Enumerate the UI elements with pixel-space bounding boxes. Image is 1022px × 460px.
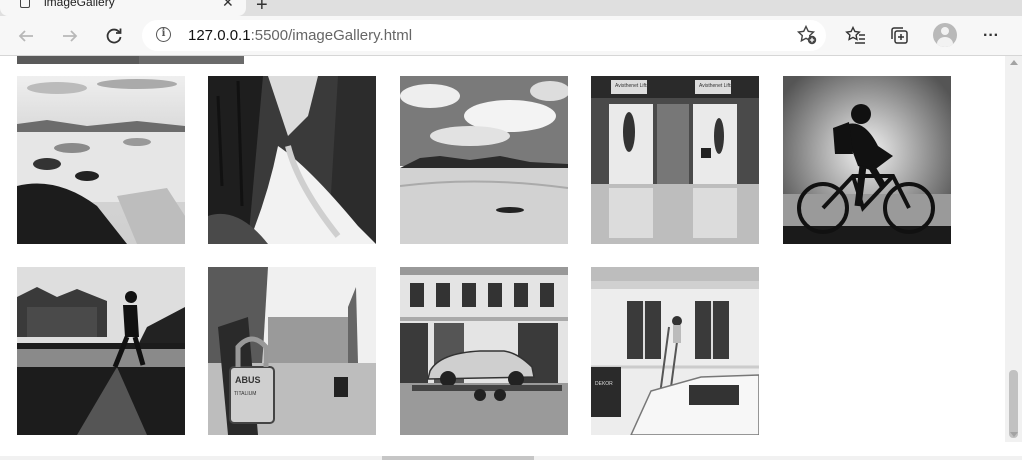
favorites-icon xyxy=(845,25,865,44)
favorites-button[interactable] xyxy=(842,22,870,50)
scroll-thumb[interactable] xyxy=(1009,370,1018,438)
browser-toolbar: i 127.0.0.1:5500/imageGallery.html ··· xyxy=(0,16,1022,56)
gallery-image-cyclist[interactable] xyxy=(783,76,951,244)
tab-strip: imageGallery ✕ + xyxy=(0,0,1022,16)
add-favorite-button[interactable] xyxy=(796,24,818,51)
profile-avatar[interactable] xyxy=(933,23,957,47)
gallery-image-coastal-ice[interactable] xyxy=(17,76,185,244)
star-add-icon xyxy=(796,24,817,45)
collections-button[interactable] xyxy=(886,22,914,50)
lock-model: TITALIUM xyxy=(234,391,256,397)
vertical-scrollbar[interactable] xyxy=(1005,56,1022,442)
horizontal-scroll-thumb[interactable] xyxy=(382,456,534,460)
refresh-button[interactable] xyxy=(100,22,128,50)
url-text[interactable]: 127.0.0.1:5500/imageGallery.html xyxy=(188,27,412,44)
url-path: :5500/imageGallery.html xyxy=(250,27,413,44)
refresh-icon xyxy=(106,28,122,44)
gallery-image-partial[interactable] xyxy=(139,56,244,64)
forward-arrow-icon xyxy=(63,30,78,42)
address-bar[interactable]: i 127.0.0.1:5500/imageGallery.html xyxy=(142,20,826,51)
gallery-image-painter[interactable]: DEKOR xyxy=(591,267,759,435)
gallery-image-vintage-car[interactable] xyxy=(400,267,568,435)
gallery-image-padlock[interactable]: ABUS TITALIUM xyxy=(208,267,376,435)
page-viewport: Avisthenet Lifts Avisthenet Lifts ABUS T… xyxy=(0,56,1005,456)
page-icon xyxy=(20,0,30,8)
settings-menu-button[interactable]: ··· xyxy=(977,22,1005,50)
gallery-image-waterfall[interactable] xyxy=(208,76,376,244)
tab-imagegallery[interactable]: imageGallery ✕ xyxy=(0,0,246,16)
back-button[interactable] xyxy=(12,22,40,50)
info-icon[interactable]: i xyxy=(156,27,171,42)
scroll-up-arrow-icon[interactable] xyxy=(1010,60,1018,65)
collections-icon xyxy=(891,27,908,44)
back-arrow-icon xyxy=(18,30,33,42)
gallery-image-walker[interactable] xyxy=(17,267,185,435)
elevator-sign-right: Avisthenet Lifts xyxy=(699,83,733,89)
elevator-sign-left: Avisthenet Lifts xyxy=(615,83,649,89)
gallery-image-elevators[interactable]: Avisthenet Lifts Avisthenet Lifts xyxy=(591,76,759,244)
url-host: 127.0.0.1 xyxy=(188,27,251,44)
lock-brand: ABUS xyxy=(235,375,261,385)
scroll-down-arrow-icon[interactable] xyxy=(1010,432,1018,437)
new-tab-button[interactable]: + xyxy=(256,0,268,16)
gallery-image-desert[interactable] xyxy=(400,76,568,244)
forward-button[interactable] xyxy=(56,22,84,50)
van-door-text: DEKOR xyxy=(595,381,613,387)
horizontal-scrollbar[interactable] xyxy=(0,456,1022,460)
tab-title: imageGallery xyxy=(44,0,115,9)
close-tab-icon[interactable]: ✕ xyxy=(222,0,234,11)
